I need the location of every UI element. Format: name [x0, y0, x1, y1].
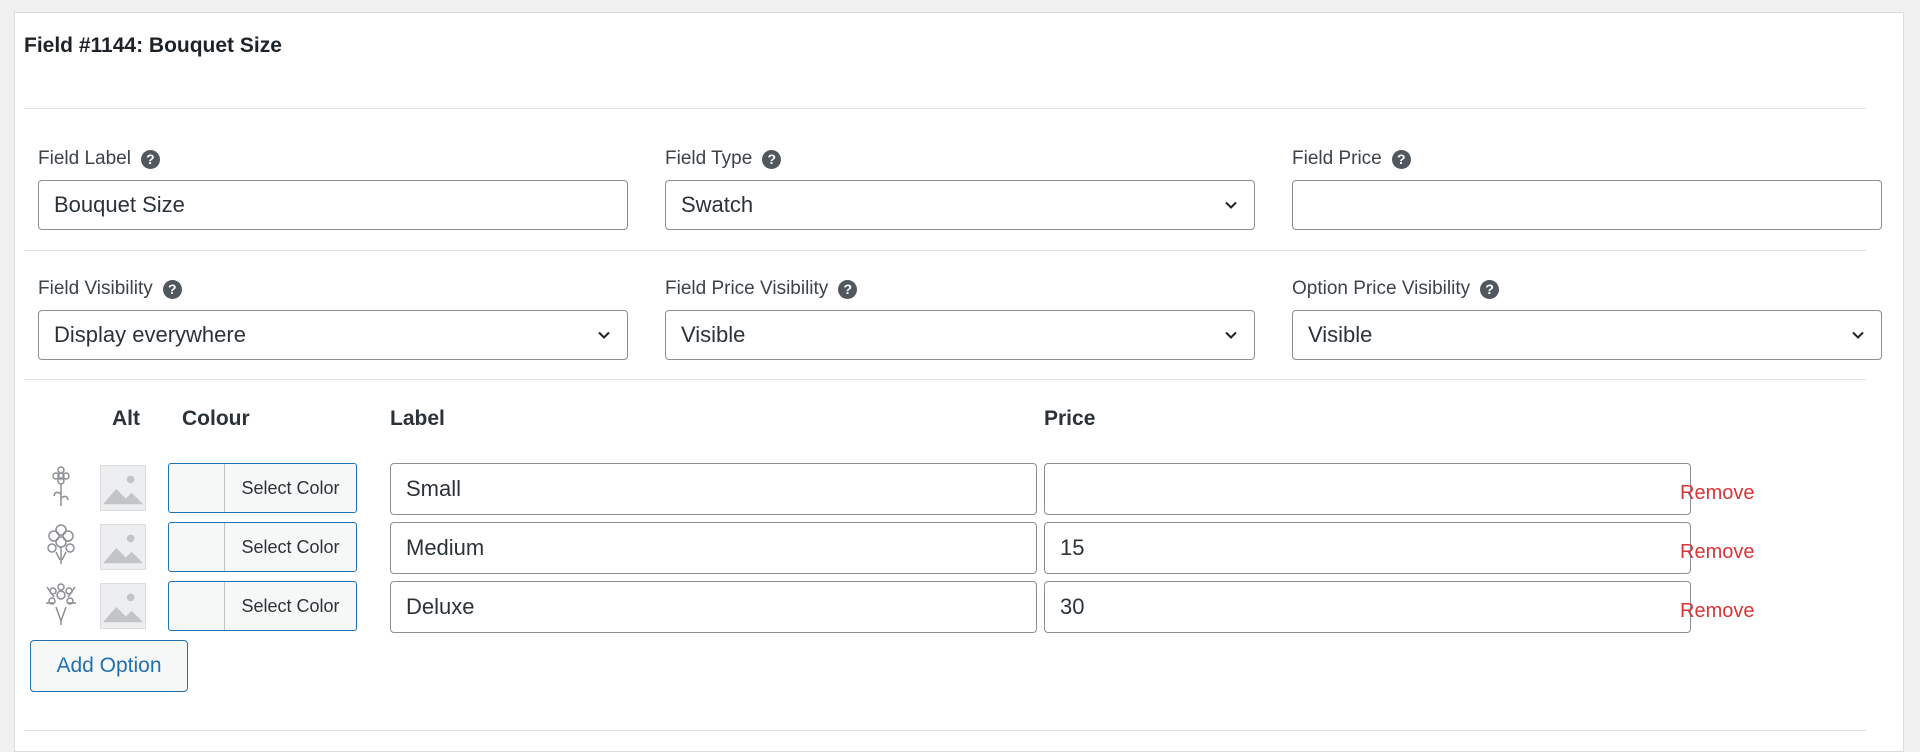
field-price-visibility-heading: Field Price Visibility ?	[665, 276, 858, 302]
help-icon[interactable]: ?	[162, 279, 182, 299]
option-price-visibility-heading: Option Price Visibility ?	[1292, 276, 1500, 302]
color-swatch	[169, 582, 225, 630]
select-color-button[interactable]: Select Color	[168, 581, 357, 631]
field-type-select[interactable]: Swatch	[665, 180, 1255, 230]
flower-bunch-icon[interactable]	[44, 524, 78, 568]
option-label-input[interactable]: Medium	[390, 522, 1037, 574]
help-icon[interactable]: ?	[762, 149, 782, 169]
field-title: Field #1144: Bouquet Size	[24, 34, 282, 57]
field-label-input[interactable]: Bouquet Size	[38, 180, 628, 230]
option-label-value: Small	[406, 476, 462, 501]
option-price-visibility-value: Visible	[1308, 322, 1373, 347]
field-visibility-text: Field Visibility	[38, 278, 153, 299]
colour-column-header: Colour	[182, 407, 250, 430]
select-color-label: Select Color	[241, 536, 340, 557]
option-label-input[interactable]: Small	[390, 463, 1037, 515]
help-icon[interactable]: ?	[838, 279, 858, 299]
divider	[24, 250, 1866, 251]
option-price-value: 30	[1060, 594, 1085, 619]
field-price-input[interactable]	[1292, 180, 1882, 230]
image-icon	[102, 534, 144, 564]
help-icon[interactable]: ?	[1480, 279, 1500, 299]
field-type-value: Swatch	[681, 192, 754, 217]
flower-single-icon[interactable]	[44, 466, 78, 510]
field-visibility-select[interactable]: Display everywhere	[38, 310, 628, 360]
field-price-visibility-select[interactable]: Visible	[665, 310, 1255, 360]
color-swatch	[169, 464, 225, 512]
field-label-value: Bouquet Size	[54, 192, 185, 217]
remove-option-link[interactable]: Remove	[1680, 600, 1754, 623]
field-type-heading: Field Type ?	[665, 146, 782, 172]
field-visibility-heading: Field Visibility ?	[38, 276, 182, 302]
price-column-header: Price	[1044, 407, 1096, 430]
field-price-heading: Field Price ?	[1292, 146, 1411, 172]
label-column-header: Label	[390, 407, 445, 430]
chevron-down-icon	[598, 331, 610, 339]
option-price-input[interactable]: 15	[1044, 522, 1691, 574]
color-swatch	[169, 523, 225, 571]
field-price-visibility-value: Visible	[681, 322, 746, 347]
flower-bouquet-icon[interactable]	[44, 583, 78, 627]
select-color-button[interactable]: Select Color	[168, 522, 357, 572]
select-color-label: Select Color	[241, 477, 340, 498]
field-label-heading: Field Label ?	[38, 146, 160, 172]
alt-column-header: Alt	[112, 407, 140, 430]
field-label-text: Field Label	[38, 148, 131, 169]
remove-option-link[interactable]: Remove	[1680, 541, 1754, 564]
field-visibility-value: Display everywhere	[54, 322, 246, 347]
field-price-visibility-text: Field Price Visibility	[665, 278, 829, 299]
chevron-down-icon	[1225, 331, 1237, 339]
divider	[24, 730, 1866, 731]
divider	[24, 108, 1866, 109]
alt-image-placeholder[interactable]	[100, 583, 146, 629]
option-price-visibility-select[interactable]: Visible	[1292, 310, 1882, 360]
option-price-input[interactable]: 30	[1044, 581, 1691, 633]
add-option-button[interactable]: Add Option	[30, 640, 188, 692]
divider	[24, 379, 1866, 380]
chevron-down-icon	[1225, 201, 1237, 209]
option-price-visibility-text: Option Price Visibility	[1292, 278, 1471, 299]
select-color-label: Select Color	[241, 595, 340, 616]
chevron-down-icon	[1852, 331, 1864, 339]
option-label-value: Deluxe	[406, 594, 475, 619]
field-type-text: Field Type	[665, 148, 753, 169]
help-icon[interactable]: ?	[1391, 149, 1411, 169]
option-label-value: Medium	[406, 535, 485, 560]
option-price-input[interactable]	[1044, 463, 1691, 515]
select-color-button[interactable]: Select Color	[168, 463, 357, 513]
option-label-input[interactable]: Deluxe	[390, 581, 1037, 633]
field-price-text: Field Price	[1292, 148, 1382, 169]
option-price-value: 15	[1060, 535, 1085, 560]
help-icon[interactable]: ?	[140, 149, 160, 169]
alt-image-placeholder[interactable]	[100, 465, 146, 511]
alt-image-placeholder[interactable]	[100, 524, 146, 570]
image-icon	[102, 593, 144, 623]
remove-option-link[interactable]: Remove	[1680, 482, 1754, 505]
image-icon	[102, 475, 144, 505]
field-panel	[14, 12, 1904, 752]
